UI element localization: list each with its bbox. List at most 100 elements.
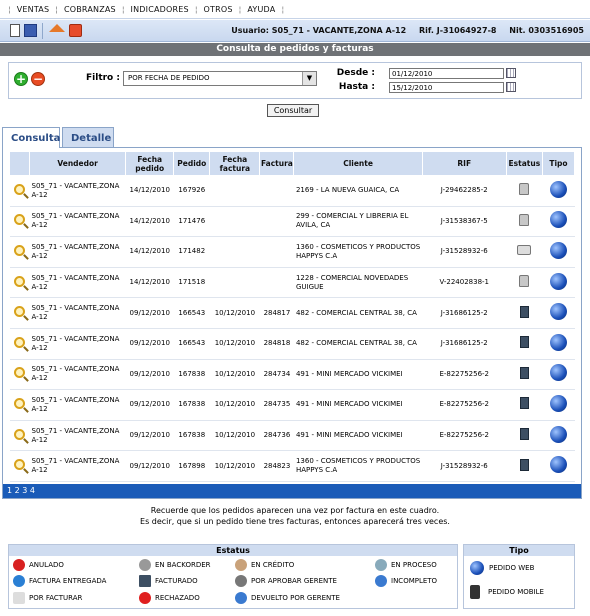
- cell-pedido: 167838: [173, 359, 210, 391]
- icon-cell: [542, 359, 575, 391]
- table-row[interactable]: S05_71 - VACANTE,ZONA A-12 09/12/2010 1678…: [9, 359, 575, 391]
- icon-cell: [9, 359, 30, 391]
- table-row[interactable]: S05_71 - VACANTE,ZONA A-12 09/12/2010 1665…: [9, 297, 575, 329]
- table-row[interactable]: S05_71 - VACANTE,ZONA A-12 09/12/2010 1678…: [9, 420, 575, 452]
- legend-item: FACTURA ENTREGADA: [13, 575, 106, 587]
- icon-cell: [506, 267, 543, 299]
- table-row[interactable]: S05_71 - VACANTE,ZONA A-12 14/12/2010 1714…: [9, 206, 575, 238]
- cell-fecha-pedido: 09/12/2010: [125, 450, 174, 482]
- icon-cell: [9, 389, 30, 421]
- menu-ventas[interactable]: VENTAS: [17, 5, 50, 14]
- book-icon: [519, 366, 529, 379]
- menu-ayuda[interactable]: AYUDA: [247, 5, 275, 14]
- desde-label: Desde :: [336, 68, 375, 78]
- cell-rif: V-22402838-1: [422, 267, 507, 299]
- cell-factura: [259, 236, 294, 268]
- magnifier-icon[interactable]: [14, 183, 26, 195]
- home-icon[interactable]: [49, 24, 65, 32]
- table-row[interactable]: S05_71 - VACANTE,ZONA A-12 14/12/2010 1714…: [9, 236, 575, 268]
- col-header-rif: RIF: [421, 151, 507, 176]
- magnifier-icon[interactable]: [14, 459, 26, 471]
- reject-x-icon: [139, 592, 151, 604]
- new-document-icon[interactable]: [10, 24, 20, 37]
- table-row[interactable]: S05_71 - VACANTE,ZONA A-12 09/12/2010 1678…: [9, 450, 575, 482]
- info-note-1: Recuerde que los pedidos aparecen una ve…: [150, 506, 440, 515]
- icon-cell: [9, 420, 30, 452]
- mobile-phone-icon: [470, 585, 480, 599]
- magnifier-icon[interactable]: [14, 336, 26, 348]
- lock-icon: [519, 275, 530, 288]
- consultar-button[interactable]: Consultar: [267, 104, 319, 117]
- filter-select[interactable]: POR FECHA DE PEDIDO ▼: [123, 71, 317, 86]
- tipo-item: PEDIDO MOBILE: [470, 585, 544, 599]
- cell-rif: J-31528932-6: [422, 236, 507, 268]
- top-menu-bar: ¦ VENTAS ¦ COBRANZAS ¦ INDICADORES ¦ OTR…: [0, 0, 590, 19]
- globe-icon: [549, 180, 567, 198]
- cell-factura: [259, 175, 294, 207]
- person-icon: [235, 559, 247, 571]
- desde-input[interactable]: 01/12/2010: [389, 68, 504, 79]
- legend-item: POR APROBAR GERENTE: [235, 575, 337, 587]
- remove-button[interactable]: −: [31, 72, 45, 86]
- pagination[interactable]: 1 2 3 4: [3, 484, 581, 498]
- menu-indicadores[interactable]: INDICADORES: [131, 5, 189, 14]
- cell-fecha-pedido: 14/12/2010: [125, 206, 174, 238]
- results-table: Vendedor Fecha pedido Pedido Fecha factu…: [8, 151, 576, 482]
- table-row[interactable]: S05_71 - VACANTE,ZONA A-12 14/12/2010 1679…: [9, 175, 575, 207]
- results-panel: Vendedor Fecha pedido Pedido Fecha factu…: [2, 147, 582, 499]
- user-approve-icon: [235, 575, 247, 587]
- cell-pedido: 166543: [173, 297, 210, 329]
- globe-icon: [549, 211, 567, 229]
- table-row[interactable]: S05_71 - VACANTE,ZONA A-12 14/12/2010 1715…: [9, 267, 575, 299]
- cell-rif: J-31538367-5: [422, 206, 507, 238]
- tipo-title: Tipo: [464, 545, 574, 556]
- chevron-down-icon[interactable]: ▼: [302, 72, 316, 85]
- table-row[interactable]: S05_71 - VACANTE,ZONA A-12 09/12/2010 1678…: [9, 389, 575, 421]
- table-row[interactable]: S05_71 - VACANTE,ZONA A-12 09/12/2010 1665…: [9, 328, 575, 360]
- icon-cell: [506, 450, 543, 482]
- tab-consulta[interactable]: Consulta: [2, 127, 60, 148]
- cell-fecha-factura: 10/12/2010: [209, 389, 260, 421]
- cell-fecha-factura: 10/12/2010: [209, 450, 260, 482]
- tipo-legend: Tipo PEDIDO WEB PEDIDO MOBILE: [463, 544, 575, 609]
- globe-icon: [549, 456, 567, 474]
- cell-fecha-factura: 10/12/2010: [209, 297, 260, 329]
- col-header-cliente: Cliente: [293, 151, 423, 176]
- cell-fecha-factura: [209, 236, 260, 268]
- cell-vendedor: S05_71 - VACANTE,ZONA A-12: [29, 450, 126, 482]
- cell-rif: J-31686125-2: [422, 328, 507, 360]
- magnifier-icon[interactable]: [14, 244, 26, 256]
- cell-cliente: 2169 - LA NUEVA GUAICA, CA: [293, 175, 423, 207]
- magnifier-icon[interactable]: [14, 367, 26, 379]
- menu-otros[interactable]: OTROS: [204, 5, 233, 14]
- printer-icon: [517, 245, 532, 256]
- menu-cobranzas[interactable]: COBRANZAS: [64, 5, 116, 14]
- magnifier-icon[interactable]: [14, 397, 26, 409]
- power-off-icon[interactable]: [69, 24, 82, 37]
- cell-vendedor: S05_71 - VACANTE,ZONA A-12: [29, 175, 126, 207]
- toolbar: Usuario: S05_71 - VACANTE,ZONA A-12 Rif.…: [0, 20, 590, 42]
- book-icon: [519, 397, 529, 410]
- icon-cell: [9, 175, 30, 207]
- hasta-input[interactable]: 15/12/2010: [389, 82, 504, 93]
- magnifier-icon[interactable]: [14, 275, 26, 287]
- add-button[interactable]: +: [14, 72, 28, 86]
- cell-factura: [259, 267, 294, 299]
- icon-cell: [542, 297, 575, 329]
- calendar-icon[interactable]: [506, 82, 516, 92]
- cell-vendedor: S05_71 - VACANTE,ZONA A-12: [29, 297, 126, 329]
- magnifier-icon[interactable]: [14, 306, 26, 318]
- magnifier-icon[interactable]: [14, 428, 26, 440]
- lock-icon: [519, 213, 530, 226]
- col-header-view: [8, 151, 31, 176]
- cell-vendedor: S05_71 - VACANTE,ZONA A-12: [29, 206, 126, 238]
- tab-detalle[interactable]: Detalle: [62, 127, 114, 148]
- icon-cell: [9, 328, 30, 360]
- calendar-icon[interactable]: [506, 68, 516, 78]
- cell-pedido: 171476: [173, 206, 210, 238]
- col-header-estatus: Estatus: [505, 151, 543, 176]
- save-icon[interactable]: [24, 24, 37, 37]
- magnifier-icon[interactable]: [14, 214, 26, 226]
- return-arrows-icon: [235, 592, 247, 604]
- cell-pedido: 167838: [173, 389, 210, 421]
